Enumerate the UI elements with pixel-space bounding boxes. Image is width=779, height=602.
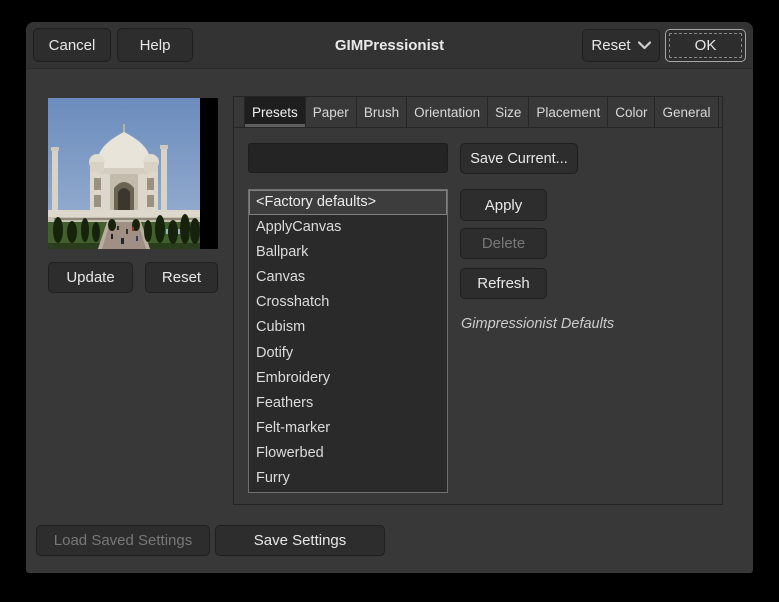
- screen-background: GIMPressionist Cancel Help Reset OK Upda…: [0, 0, 779, 602]
- preset-list-item[interactable]: Crosshatch: [249, 290, 447, 315]
- save-settings-button[interactable]: Save Settings: [215, 525, 385, 556]
- reset-dropdown-label: Reset: [591, 37, 631, 54]
- cancel-button[interactable]: Cancel: [33, 28, 111, 62]
- gimpressionist-dialog: GIMPressionist Cancel Help Reset OK Upda…: [26, 22, 753, 573]
- ok-button[interactable]: OK: [665, 29, 746, 62]
- preview-image: [48, 98, 218, 249]
- tab-brush[interactable]: Brush: [357, 97, 408, 127]
- help-button[interactable]: Help: [117, 28, 193, 62]
- preset-list-item[interactable]: Furry: [249, 466, 447, 491]
- reset-dropdown-button[interactable]: Reset: [582, 29, 660, 62]
- tab-paper[interactable]: Paper: [306, 97, 357, 127]
- apply-button[interactable]: Apply: [460, 189, 547, 221]
- preset-description: Gimpressionist Defaults: [461, 316, 615, 332]
- preset-list-item[interactable]: Dotify: [249, 341, 447, 366]
- preset-list-item[interactable]: <Factory defaults>: [249, 190, 447, 216]
- tab-size[interactable]: Size: [488, 97, 530, 127]
- tab-placement[interactable]: Placement: [529, 97, 609, 127]
- preset-list-item[interactable]: Embroidery: [249, 366, 447, 391]
- delete-button[interactable]: Delete: [460, 228, 547, 259]
- tab-color[interactable]: Color: [608, 97, 656, 127]
- preset-list-item[interactable]: Felt-marker: [249, 416, 447, 441]
- tab-orientation[interactable]: Orientation: [407, 97, 489, 127]
- preset-list-item[interactable]: Feathers: [249, 391, 447, 416]
- preset-list[interactable]: <Factory defaults> ApplyCanvas Ballpark …: [248, 189, 448, 493]
- preset-list-item[interactable]: ApplyCanvas: [249, 215, 447, 240]
- preset-name-input[interactable]: [248, 143, 448, 173]
- taj-mahal-photo: [48, 98, 200, 249]
- preview-reset-button[interactable]: Reset: [145, 262, 218, 293]
- preset-list-item[interactable]: Cubism: [249, 315, 447, 340]
- update-button[interactable]: Update: [48, 262, 133, 293]
- preset-list-item[interactable]: Flowerbed: [249, 441, 447, 466]
- preset-list-item[interactable]: Canvas: [249, 265, 447, 290]
- tab-general[interactable]: General: [655, 97, 719, 127]
- preset-list-item[interactable]: Ballpark: [249, 240, 447, 265]
- save-current-button[interactable]: Save Current...: [460, 143, 578, 174]
- refresh-button[interactable]: Refresh: [460, 268, 547, 299]
- tab-bar: Presets Paper Brush Orientation Size Pla…: [234, 97, 722, 128]
- load-saved-settings-button[interactable]: Load Saved Settings: [36, 525, 210, 556]
- tab-presets[interactable]: Presets: [244, 97, 306, 127]
- chevron-down-icon: [637, 41, 651, 50]
- settings-notebook: Presets Paper Brush Orientation Size Pla…: [233, 96, 723, 505]
- dialog-header: GIMPressionist Cancel Help Reset OK: [26, 22, 753, 69]
